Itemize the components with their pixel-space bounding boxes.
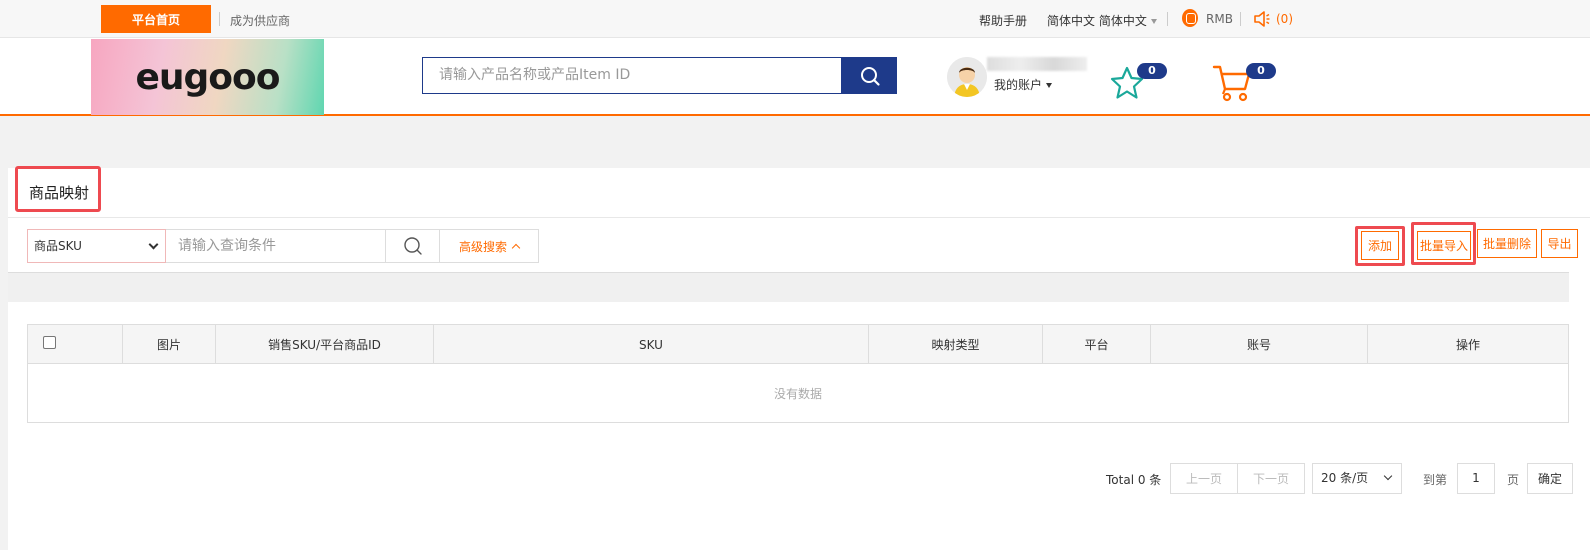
column-header-mapping-type: 映射类型 (869, 325, 1043, 364)
top-divider (1240, 12, 1241, 26)
column-header-sku: SKU (434, 325, 869, 364)
column-header-image: 图片 (123, 325, 216, 364)
announcement-speaker-icon[interactable] (1253, 10, 1271, 28)
chevron-up-icon (511, 243, 521, 253)
currency-coin-icon (1182, 9, 1198, 27)
username-redacted (987, 57, 1087, 71)
batch-delete-button[interactable]: 批量删除 (1477, 229, 1537, 258)
query-input[interactable]: 请输入查询条件 (166, 229, 386, 263)
pagination-total: Total 0 条 (1106, 473, 1162, 487)
empty-table-message: 没有数据 (773, 387, 822, 401)
search-icon (860, 66, 880, 86)
account-label: 我的账户 (994, 78, 1043, 92)
language-selector[interactable]: 简体中文 简体中文 (1047, 12, 1157, 29)
currency-selector[interactable]: RMB (1206, 12, 1233, 26)
batch-import-button[interactable]: 批量导入 (1417, 231, 1471, 260)
advanced-search-label: 高级搜索 (458, 239, 507, 254)
caret-down-icon (1046, 83, 1053, 88)
page-size-value: 20 条/页 (1321, 471, 1369, 485)
advanced-search-toggle[interactable]: 高级搜索 (439, 229, 539, 263)
toolbar-band (8, 272, 1569, 302)
chevron-down-icon (148, 239, 159, 250)
eugooo-logo[interactable]: eugooo (91, 39, 324, 115)
language-label: 简体中文 简体中文 (1047, 14, 1147, 28)
goto-label: 到第 (1423, 473, 1448, 487)
export-button[interactable]: 导出 (1541, 229, 1578, 258)
platform-home-button[interactable]: 平台首页 (101, 5, 211, 33)
logo-text: eugooo (135, 56, 280, 98)
page-title: 商品映射 (29, 184, 90, 202)
site-header: eugooo 请输入产品名称或产品Item ID 我的账户 0 0 (0, 38, 1590, 116)
page-suffix-label: 页 (1507, 473, 1520, 487)
notification-count[interactable]: (0) (1276, 12, 1293, 26)
user-avatar-icon (947, 57, 987, 97)
mapping-table: 图片 销售SKU/平台商品ID SKU 映射类型 平台 账号 操作 没有数据 (27, 324, 1569, 423)
caret-down-icon (1150, 19, 1157, 24)
column-header-actions: 操作 (1455, 338, 1480, 352)
favorites-count-badge: 0 (1137, 63, 1167, 79)
cart-count-badge: 0 (1246, 63, 1276, 79)
search-field-value: 商品SKU (34, 239, 82, 253)
column-header-platform: 平台 (1043, 325, 1151, 364)
top-bar: 平台首页 成为供应商 帮助手册 简体中文 简体中文 RMB (0) (0, 0, 1590, 38)
page-size-select[interactable]: 20 条/页 (1312, 463, 1402, 494)
column-header-sales-sku: 销售SKU/平台商品ID (216, 325, 434, 364)
prev-page-button[interactable]: 上一页 (1170, 463, 1238, 494)
top-divider (1167, 12, 1168, 26)
add-button[interactable]: 添加 (1361, 231, 1399, 260)
search-field-select[interactable]: 商品SKU (27, 229, 166, 263)
column-header-account: 账号 (1151, 325, 1368, 364)
table-header: 图片 销售SKU/平台商品ID SKU 映射类型 平台 账号 操作 (28, 325, 1568, 364)
my-account-menu[interactable]: 我的账户 (994, 76, 1053, 93)
help-manual-link[interactable]: 帮助手册 (979, 12, 1027, 29)
next-page-button[interactable]: 下一页 (1237, 463, 1305, 494)
become-supplier-link[interactable]: 成为供应商 (230, 12, 290, 29)
chevron-down-icon (1383, 471, 1393, 481)
user-avatar[interactable] (947, 57, 987, 97)
title-divider (8, 217, 1590, 218)
product-search-button[interactable] (842, 57, 897, 94)
page-number-input[interactable]: 1 (1457, 463, 1495, 494)
select-all-cell (28, 325, 123, 364)
search-icon (403, 237, 422, 255)
product-search-input[interactable]: 请输入产品名称或产品Item ID (422, 57, 842, 94)
select-all-checkbox[interactable] (43, 336, 56, 349)
goto-confirm-button[interactable]: 确定 (1527, 463, 1573, 494)
query-search-button[interactable] (385, 229, 440, 263)
top-divider (219, 12, 220, 26)
